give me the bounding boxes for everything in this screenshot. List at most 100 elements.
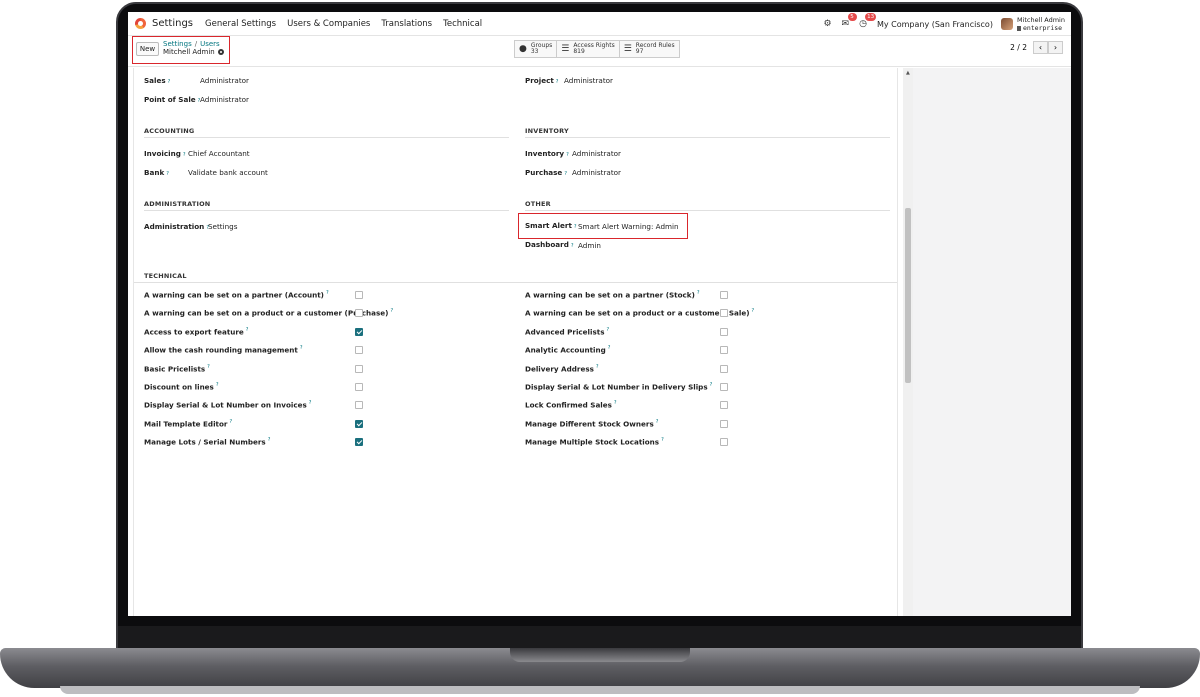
technical-option-text: Manage Lots / Serial Numbers (144, 437, 266, 447)
help-icon[interactable]: ? (300, 345, 303, 351)
technical-option-checkbox[interactable] (355, 364, 363, 373)
list-icon: ☰ (561, 43, 570, 54)
menu-users-companies[interactable]: Users & Companies (287, 19, 370, 29)
help-icon[interactable]: ? (326, 290, 329, 296)
help-icon[interactable]: ? (697, 290, 700, 296)
help-icon[interactable]: ? (571, 243, 574, 249)
help-icon[interactable]: ? (216, 382, 219, 388)
access-rights-button[interactable]: ☰ Access Rights 819 (557, 40, 620, 58)
technical-option-checkbox[interactable] (720, 291, 728, 299)
dashboard-value[interactable]: Admin (578, 241, 601, 250)
technical-option-text: A warning can be set on a partner (Accou… (144, 290, 324, 300)
clock-icon[interactable]: ◷ 13 (859, 13, 877, 29)
help-icon[interactable]: ? (268, 437, 271, 443)
pager-previous-button[interactable]: ‹ (1033, 41, 1048, 54)
app-name[interactable]: Settings (152, 18, 193, 29)
help-icon[interactable]: ? (608, 345, 611, 351)
smart-alert-label: Smart Alert (525, 221, 572, 230)
scrollbar[interactable]: ▲ (903, 68, 913, 616)
field-purchase: Purchase? (525, 168, 567, 177)
technical-option-checkbox[interactable] (720, 438, 728, 447)
technical-option-text: Discount on lines (144, 382, 214, 392)
section-technical: TECHNICAL (144, 272, 187, 280)
sales-value[interactable]: Administrator (200, 76, 249, 85)
groups-button[interactable]: ● Groups 33 (514, 40, 558, 58)
help-icon[interactable]: ? (556, 79, 559, 85)
help-icon[interactable]: ? (661, 437, 664, 443)
help-icon[interactable]: ? (606, 327, 609, 333)
database-name: enterprise (1016, 24, 1065, 32)
technical-option-checkbox[interactable] (355, 438, 363, 447)
breadcrumb-users[interactable]: Users (200, 40, 220, 48)
help-icon[interactable]: ? (309, 400, 312, 406)
invoicing-value[interactable]: Chief Accountant (188, 149, 250, 158)
inventory-value[interactable]: Administrator (572, 149, 621, 158)
help-icon[interactable]: ? (596, 364, 599, 370)
laptop-notch (510, 648, 690, 662)
help-icon[interactable]: ? (390, 308, 393, 314)
help-icon[interactable]: ? (246, 327, 249, 333)
technical-option-checkbox[interactable] (355, 346, 363, 355)
technical-option-checkbox[interactable] (355, 401, 363, 410)
help-icon[interactable]: ? (614, 400, 617, 406)
technical-option-checkbox[interactable] (720, 383, 728, 391)
project-label: Project (525, 76, 554, 85)
technical-option-checkbox[interactable] (355, 419, 363, 428)
breadcrumb-settings[interactable]: Settings (163, 40, 192, 48)
help-icon[interactable]: ? (656, 419, 659, 425)
chat-icon[interactable]: ✉ 5 (842, 13, 857, 29)
technical-option-checkbox[interactable] (720, 327, 728, 336)
pager: 2 / 2 ‹ › (1010, 41, 1063, 54)
app-logo-icon[interactable] (135, 18, 146, 29)
menu-translations[interactable]: Translations (381, 19, 432, 29)
technical-option-checkbox[interactable] (355, 291, 363, 299)
pos-value[interactable]: Administrator (200, 95, 249, 104)
administration-value[interactable]: Settings (208, 222, 237, 231)
field-invoicing: Invoicing? (144, 149, 186, 158)
technical-option-checkbox[interactable] (720, 401, 728, 410)
new-button[interactable]: New (136, 42, 159, 56)
help-icon[interactable]: ? (566, 152, 569, 158)
bug-icon[interactable]: ⚙ (823, 19, 831, 29)
rules-count: 97 (635, 48, 644, 55)
menu-general-settings[interactable]: General Settings (205, 19, 276, 29)
project-value[interactable]: Administrator (564, 76, 613, 85)
scroll-up-icon[interactable]: ▲ (906, 70, 910, 76)
technical-option-checkbox[interactable] (720, 364, 728, 373)
invoicing-label: Invoicing (144, 149, 181, 158)
screen-chin (118, 626, 1081, 650)
technical-option-checkbox[interactable] (720, 346, 728, 355)
help-icon[interactable]: ? (168, 79, 171, 85)
company-switcher[interactable]: My Company (San Francisco) (877, 20, 993, 29)
technical-option-checkbox[interactable] (355, 383, 363, 391)
record-rules-button[interactable]: ☰ Record Rules 97 (619, 40, 680, 58)
scroll-thumb[interactable] (905, 208, 911, 383)
avatar[interactable] (1000, 18, 1013, 30)
record-name: Mitchell Admin (163, 48, 215, 56)
technical-option-checkbox[interactable] (720, 309, 728, 318)
help-icon[interactable]: ? (229, 419, 232, 425)
technical-option-text: Allow the cash rounding management (144, 345, 298, 355)
technical-option-text: Manage Multiple Stock Locations (525, 437, 660, 447)
technical-option-checkbox[interactable] (355, 309, 363, 318)
pager-next-button[interactable]: › (1048, 41, 1063, 54)
help-icon[interactable]: ? (207, 364, 210, 370)
purchase-value[interactable]: Administrator (572, 168, 621, 177)
help-icon[interactable]: ? (752, 308, 755, 314)
help-icon[interactable]: ? (166, 171, 169, 177)
help-icon[interactable]: ? (564, 171, 567, 177)
menu-technical[interactable]: Technical (443, 19, 482, 29)
gear-icon[interactable] (217, 49, 224, 55)
list-icon: ☰ (623, 43, 632, 54)
help-icon[interactable]: ? (574, 224, 577, 230)
user-menu[interactable]: Mitchell Admin enterprise (1016, 16, 1065, 32)
help-icon[interactable]: ? (183, 152, 186, 158)
activity-badge: 13 (865, 13, 877, 21)
technical-option-checkbox[interactable] (720, 419, 728, 428)
bank-value[interactable]: Validate bank account (188, 168, 268, 177)
smart-alert-value[interactable]: Smart Alert Warning: Admin (578, 222, 679, 231)
chatter-area (913, 68, 1071, 616)
breadcrumb-separator: / (194, 40, 198, 48)
help-icon[interactable]: ? (710, 382, 713, 388)
technical-option-checkbox[interactable] (355, 327, 363, 336)
